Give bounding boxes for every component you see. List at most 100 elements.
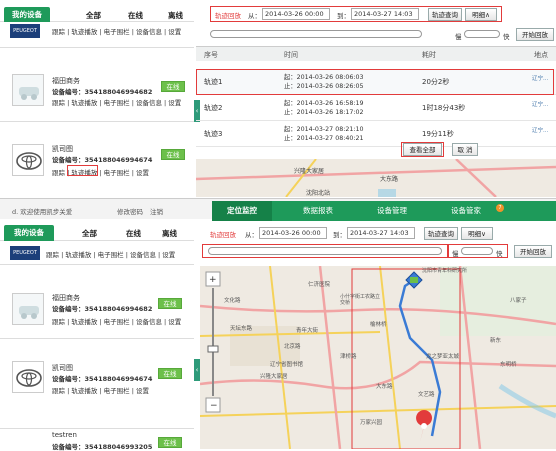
col-duration: 耗时 — [422, 51, 436, 59]
map-label: 榆林桥 — [370, 322, 387, 328]
speed-fast-label: 快 — [496, 250, 503, 258]
peugeot-logo: PEUGEOT — [10, 24, 40, 38]
map-label: 龙之梦亚太城 — [426, 354, 460, 360]
tab-online[interactable]: 在线 — [128, 10, 143, 21]
status-online-button[interactable]: 在线 — [161, 81, 185, 92]
speed-fast-label: 快 — [503, 33, 510, 41]
tab-all[interactable]: 全部 — [82, 228, 97, 239]
device-links[interactable]: 跟踪 | 轨迹播放 | 电子围栏 | 设备信息 | 设置 — [52, 97, 181, 107]
track-playback-highlight[interactable] — [67, 165, 98, 176]
map-label: 青年大街 — [296, 328, 319, 334]
device-id: 设备编号：354188046994682 — [52, 305, 153, 313]
end-time-input[interactable]: 2014-03-27 14:03 — [347, 227, 415, 239]
device-name: 福田商务 — [52, 77, 80, 85]
nav-device-management[interactable]: 设备管理 — [362, 201, 422, 221]
table-row[interactable]: 轨迹3 起：2014-03-27 08:21:10 止：2014-03-27 0… — [196, 121, 556, 147]
speed-slider[interactable] — [461, 247, 493, 255]
device-name: 凯司图 — [52, 364, 73, 372]
notification-badge: 7 — [496, 204, 504, 212]
track-query-button[interactable]: 轨迹查询 — [428, 8, 462, 21]
device-links[interactable]: 跟踪 | 轨迹播放 | 电子围栏 | 设备信息 | 设置 — [52, 26, 181, 36]
map-label: 辽宁省图书馆 — [270, 362, 304, 368]
map-strip[interactable]: 兴隆大家居 大东路 沈阳北站 — [196, 159, 556, 197]
device-id: 设备编号：354188046993205 — [52, 443, 153, 451]
playback-progress-slider[interactable] — [210, 30, 422, 38]
car-placeholder-icon — [12, 74, 44, 106]
track-duration: 19分11秒 — [422, 130, 454, 138]
status-online-button[interactable]: 在线 — [158, 437, 182, 448]
track-name: 轨迹2 — [204, 104, 223, 112]
map-label: 小什字街工农路立交桥 — [340, 294, 381, 306]
toyota-logo-icon — [12, 361, 44, 393]
logout-link[interactable]: 注销 — [150, 206, 163, 216]
tab-my-devices[interactable]: 我的设备 — [4, 7, 50, 22]
svg-text:+: + — [209, 275, 217, 285]
map-label: 沈阳市青年科研究所 — [422, 268, 468, 274]
table-row[interactable]: 轨迹2 起：2014-03-26 16:58:19 止：2014-03-26 1… — [196, 95, 556, 121]
map-label: 仁济医院 — [308, 282, 331, 288]
peugeot-logo: PEUGEOT — [10, 246, 40, 260]
change-password-link[interactable]: 修改密码 — [117, 206, 143, 216]
map-label: 津桥路 — [340, 354, 357, 360]
map-label: 大东路 — [376, 384, 393, 390]
track-table: 序号 时间 耗时 地点 轨迹1 起：2014-03-26 08:06:03 止：… — [196, 46, 556, 197]
start-playback-button[interactable]: 开始回放 — [516, 28, 554, 41]
device-name: testren — [52, 431, 77, 439]
start-playback-button[interactable]: 开始回放 — [514, 245, 552, 258]
to-label: 到： — [337, 12, 350, 20]
selected-row-highlight — [196, 69, 554, 95]
device-links[interactable]: 跟踪 | 轨迹播放 | 电子围栏 | 设置 — [52, 385, 149, 395]
track-query-button[interactable]: 轨迹查询 — [424, 227, 458, 240]
welcome-text: d. 欢迎使用凯步关爱 — [12, 208, 73, 216]
track-place: 辽宁... — [532, 102, 549, 108]
top-device-card-futian[interactable]: 福田商务 设备编号：354188046994682 在线 跟踪 | 轨迹播放 |… — [0, 48, 194, 122]
tab-offline[interactable]: 离线 — [168, 10, 183, 21]
bottom-device-card-futian[interactable]: 福田商务 设备编号：354188046994682 在线 跟踪 | 轨迹播放 |… — [0, 265, 194, 339]
nav-location-monitor[interactable]: 定位监控 — [212, 201, 272, 221]
end-time-input[interactable]: 2014-03-27 14:03 — [351, 8, 419, 20]
device-id: 设备编号：354188046994674 — [52, 375, 153, 383]
bottom-device-card-peugeot[interactable]: PEUGEOT 跟踪 | 轨迹播放 | 电子围栏 | 设备信息 | 设置 — [0, 241, 194, 265]
bottom-device-card-testren[interactable]: testren 设备编号：354188046993205 在线 — [0, 429, 194, 451]
map-label: 文化路 — [224, 298, 241, 304]
svg-text:兴隆大家居: 兴隆大家居 — [294, 167, 324, 175]
top-device-card-kaisitu[interactable]: 凯司图 设备编号：354188046994674 在线 跟踪 | 轨迹播放 | … — [0, 122, 194, 196]
tab-all[interactable]: 全部 — [86, 10, 101, 21]
device-name: 福田商务 — [52, 294, 80, 302]
col-index: 序号 — [204, 51, 218, 59]
speed-slow-label: 慢 — [452, 250, 459, 258]
start-time-input[interactable]: 2014-03-26 00:00 — [259, 227, 327, 239]
status-online-button[interactable]: 在线 — [158, 368, 182, 379]
nav-device-butler[interactable]: 设备管家 — [436, 201, 496, 221]
tab-offline[interactable]: 离线 — [162, 228, 177, 239]
status-online-button[interactable]: 在线 — [161, 149, 185, 160]
map-label: 文艺路 — [418, 392, 435, 398]
map-label: 八家子 — [510, 298, 527, 304]
tab-online[interactable]: 在线 — [126, 228, 141, 239]
track-start: 起：2014-03-27 08:21:10 — [284, 126, 364, 133]
device-links[interactable]: 跟踪 | 轨迹播放 | 电子围栏 | 设备信息 | 设置 — [52, 316, 181, 326]
map-view[interactable]: + − 仁济医院 沈阳市青年科研究所 文化路 小什字街工农路立交桥 天坛东路 青… — [200, 266, 556, 449]
speed-slider[interactable] — [464, 30, 500, 38]
view-all-button[interactable]: 查看全部 — [403, 143, 442, 156]
track-end: 止：2014-03-26 18:17:02 — [284, 109, 364, 116]
tab-my-devices[interactable]: 我的设备 — [4, 225, 54, 241]
table-header: 序号 时间 耗时 地点 — [196, 47, 556, 61]
top-device-card-peugeot[interactable]: PEUGEOT 跟踪 | 轨迹播放 | 电子围栏 | 设备信息 | 设置 — [0, 22, 194, 48]
col-time: 时间 — [284, 51, 298, 59]
detail-toggle-button[interactable]: 明细∨ — [461, 227, 493, 240]
top-panel: 我的设备 全部 在线 离线 PEUGEOT 跟踪 | 轨迹播放 | 电子围栏 |… — [0, 0, 556, 197]
start-time-input[interactable]: 2014-03-26 00:00 — [262, 8, 330, 20]
svg-text:−: − — [210, 401, 218, 411]
top-device-tabs: 我的设备 全部 在线 离线 — [0, 0, 194, 22]
bottom-device-card-kaisitu[interactable]: 凯司图 设备编号：354188046994674 在线 跟踪 | 轨迹播放 | … — [0, 339, 194, 429]
cancel-button[interactable]: 取 消 — [452, 143, 478, 156]
device-links[interactable]: 跟踪 | 轨迹播放 | 电子围栏 | 设备信息 | 设置 — [46, 249, 175, 259]
status-online-button[interactable]: 在线 — [158, 298, 182, 309]
detail-toggle-button[interactable]: 明细∧ — [465, 8, 497, 21]
page-header: d. 欢迎使用凯步关爱 修改密码 注销 定位监控 数据报表 设备管理 设备管家 … — [0, 199, 556, 221]
to-label: 到： — [333, 231, 346, 239]
nav-data-reports[interactable]: 数据报表 — [288, 201, 348, 221]
map-label: 兴隆大家居 — [260, 374, 288, 380]
playback-progress-slider[interactable] — [208, 247, 442, 255]
